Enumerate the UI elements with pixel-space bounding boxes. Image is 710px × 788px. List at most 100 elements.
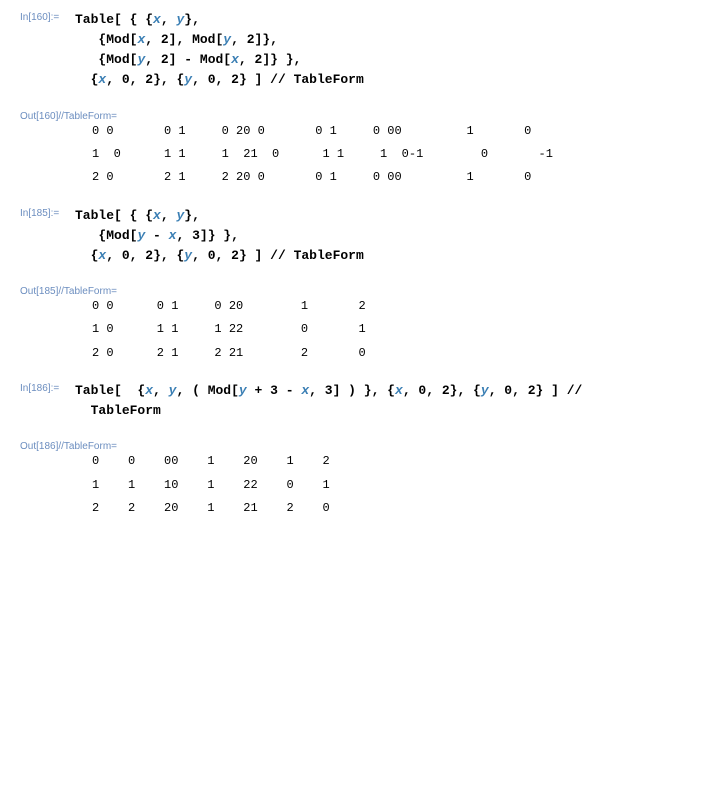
out-label-row: Out[185]//TableForm=	[20, 284, 690, 299]
code-token: ],	[169, 32, 192, 47]
table-group: 2 2 20 1 21 2 0	[92, 501, 690, 518]
code-token: ,	[489, 383, 505, 398]
table-group: 0 0 0 1 0 20 1 2	[92, 299, 690, 316]
code-token: x	[153, 208, 161, 223]
code-token: ,	[145, 52, 161, 67]
code-token: [ {	[114, 383, 145, 398]
notebook-area: In[160]:=Table[ { {x, y}, {Mod[x, 2], Mo…	[20, 10, 690, 519]
input-line: {Mod[y, 2] - Mod[x, 2]} },	[75, 52, 301, 67]
code-token: 0	[122, 248, 130, 263]
input-line: Table[ { {x, y},	[75, 208, 200, 223]
table-group: 0 0 00 1 20 1 2	[92, 454, 690, 471]
code-token: 2	[231, 248, 239, 263]
table-row: 0 1 2	[171, 501, 250, 516]
code-token: },	[184, 12, 200, 27]
code-token: TableForm	[294, 72, 364, 87]
code-token: ,	[192, 72, 208, 87]
indent	[75, 32, 98, 47]
code-token: 0	[208, 72, 216, 87]
table-row: -1 0 -1	[409, 147, 553, 162]
code-token: }, {	[153, 248, 184, 263]
code-token: Mod	[106, 32, 129, 47]
table-row: 2 2 2	[92, 501, 171, 516]
input-line: {Mod[x, 2], Mod[y, 2]},	[75, 32, 278, 47]
code-token: ,	[216, 248, 232, 263]
code-token: 2	[145, 248, 153, 263]
code-token: y	[184, 248, 192, 263]
input-content[interactable]: Table[ { {x, y}, {Mod[y - x, 3]} }, {x, …	[75, 206, 364, 266]
code-token: [ { {	[114, 208, 153, 223]
out-label: Out[186]//TableForm=	[20, 439, 117, 452]
in-label: In[186]:=	[20, 381, 75, 394]
table-row: 0 0 0 1 0 2	[92, 124, 243, 139]
table-row: 1 0 1 1 1 0	[250, 147, 408, 162]
code-token: x	[395, 383, 403, 398]
code-token: ,	[130, 72, 146, 87]
input-line: {x, 0, 2}, {y, 0, 2} ] // TableForm	[75, 72, 364, 87]
code-token: },	[184, 208, 200, 223]
table-row: 0 0 0 1 0 2	[92, 299, 236, 314]
code-token: [	[231, 383, 239, 398]
code-token: 0	[122, 72, 130, 87]
input-content[interactable]: Table[ { {x, y}, {Mod[x, 2], Mod[y, 2]},…	[75, 10, 364, 91]
input-content[interactable]: Table[ {x, y, ( Mod[y + 3 - x, 3] ) }, {…	[75, 381, 582, 421]
table-row: 0 1 2	[171, 478, 250, 493]
indent	[75, 248, 91, 263]
table-group: 1 1 10 1 22 0 1	[92, 478, 690, 495]
code-token: x	[153, 12, 161, 27]
code-token: ]} },	[200, 228, 239, 243]
code-token: ,	[106, 248, 122, 263]
input-line: Table[ {x, y, ( Mod[y + 3 - x, 3] ) }, {…	[75, 383, 582, 398]
table-group: 0 0 0 1 0 20 0 0 1 0 00 1 0	[92, 124, 690, 141]
code-token: ,	[161, 12, 177, 27]
code-token: ] ) }, {	[333, 383, 395, 398]
code-token: x	[145, 383, 153, 398]
code-token: Mod	[200, 52, 223, 67]
code-token: Mod	[208, 383, 231, 398]
input-cell[interactable]: In[160]:=Table[ { {x, y}, {Mod[x, 2], Mo…	[20, 10, 690, 91]
code-token: [ { {	[114, 12, 153, 27]
table-row: 0 1 2	[250, 454, 329, 469]
code-token: 0	[504, 383, 512, 398]
table-group: 2 0 2 1 2 21 2 0	[92, 346, 690, 363]
input-line: {x, 0, 2}, {y, 0, 2} ] // TableForm	[75, 248, 364, 263]
code-token: Table	[75, 208, 114, 223]
table-row: 0 0 0 1 0 0	[243, 170, 394, 185]
code-token: 2	[231, 72, 239, 87]
table-group: 1 0 1 1 1 21 0 1 1 1 0-1 0 -1	[92, 147, 690, 164]
out-label: Out[185]//TableForm=	[20, 284, 117, 297]
table-row: 1 2 0	[236, 346, 366, 361]
input-line: TableForm	[75, 403, 161, 418]
input-cell[interactable]: In[185]:=Table[ { {x, y}, {Mod[y - x, 3]…	[20, 206, 690, 266]
input-cell[interactable]: In[186]:=Table[ {x, y, ( Mod[y + 3 - x, …	[20, 381, 690, 421]
code-token: TableForm	[294, 248, 364, 263]
code-token: 2	[161, 32, 169, 47]
table-row: 2 0 1	[236, 322, 366, 337]
code-token: 0	[208, 248, 216, 263]
code-token: y	[184, 72, 192, 87]
table-row: 0 1 0	[394, 170, 531, 185]
table-row: 2 0 1	[250, 478, 329, 493]
indent	[75, 403, 91, 418]
code-token: ,	[239, 52, 255, 67]
code-token: ]},	[255, 32, 278, 47]
code-token: ,	[192, 248, 208, 263]
output-cell: 0 0 00 1 20 1 21 1 10 1 22 0 12 2 20 1 2…	[92, 454, 690, 518]
code-token: +	[247, 383, 270, 398]
code-token: ,	[216, 72, 232, 87]
indent	[75, 228, 98, 243]
code-token: Mod	[192, 32, 215, 47]
table-row: 0 1 0	[394, 124, 531, 139]
table-row: 0 0 0	[92, 454, 171, 469]
code-token: 2	[442, 383, 450, 398]
in-label: In[160]:=	[20, 10, 75, 23]
code-token: 3	[192, 228, 200, 243]
table-row: 2 0 2 1 2 2	[92, 170, 243, 185]
code-token: 2	[145, 72, 153, 87]
output-cell: 0 0 0 1 0 20 1 21 0 1 1 1 22 0 12 0 2 1 …	[92, 299, 690, 363]
table-row: 1 2 0	[250, 501, 329, 516]
code-token: ,	[161, 208, 177, 223]
table-row: 2 0 2 1 2 2	[92, 346, 236, 361]
code-token: 2	[161, 52, 169, 67]
code-token: ,	[309, 383, 325, 398]
